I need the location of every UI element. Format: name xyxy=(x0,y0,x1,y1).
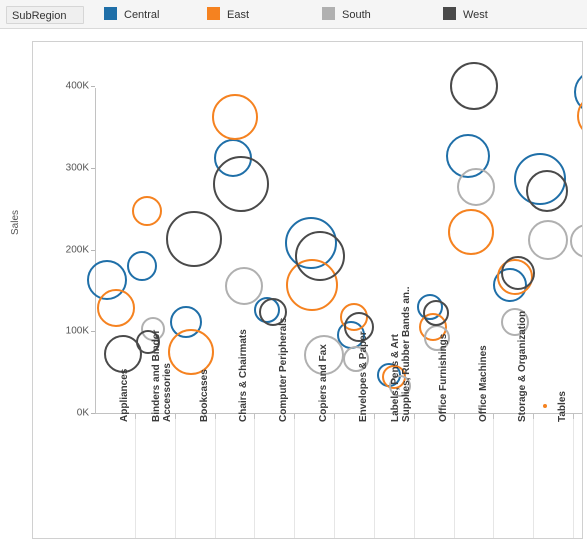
legend-swatch-south xyxy=(322,7,335,20)
x-axis-tick-label-line: Copiers and Fax xyxy=(318,344,329,422)
data-point-bubble[interactable] xyxy=(212,94,259,141)
x-axis-tick-label-line: Appliances xyxy=(119,368,130,422)
x-axis-tick-label-line: Chairs & Chairmats xyxy=(238,329,249,422)
x-axis-tick-label-line: Tables xyxy=(557,391,568,422)
data-point-bubble[interactable] xyxy=(126,251,157,281)
x-axis-tick-label: Office Machines xyxy=(478,345,489,422)
x-axis-tick-label: Tables xyxy=(557,391,568,422)
x-axis-separator xyxy=(533,419,534,538)
y-axis-tick-mark xyxy=(91,249,95,251)
y-axis-tick-mark xyxy=(91,331,95,333)
y-axis-tick-label: 100K xyxy=(65,325,89,337)
x-axis-tick-label: Appliances xyxy=(119,369,130,422)
legend-title[interactable]: SubRegion xyxy=(6,6,84,24)
y-axis-tick-label: 400K xyxy=(65,80,89,92)
data-point-bubble[interactable] xyxy=(528,219,569,260)
x-axis-tick-label: Computer Peripherals xyxy=(278,318,289,422)
x-axis-tick-label-line: Office Machines xyxy=(478,345,489,422)
x-axis-separator xyxy=(493,419,494,538)
y-axis-tick-mark xyxy=(91,168,95,169)
x-axis-tick-label-line: Labels, Pens & Art xyxy=(390,334,401,422)
data-point-bubble[interactable] xyxy=(422,299,449,326)
legend-swatch-west xyxy=(443,7,456,20)
x-axis-tick-label-line: Storage & Organization xyxy=(517,310,528,422)
data-point-bubble[interactable] xyxy=(295,231,346,282)
x-axis-tick-label-line: Office Furnishings xyxy=(438,333,449,422)
x-axis-tick-label-line: Supplies, Rubber Bands an.. xyxy=(401,286,412,422)
data-point-bubble[interactable] xyxy=(131,196,162,227)
x-axis-tick-label-line: Accessories xyxy=(162,363,173,422)
x-axis-tick-label: Office Furnishings xyxy=(438,334,449,422)
x-axis-separator xyxy=(414,419,415,538)
y-axis-tick-label: 200K xyxy=(65,244,89,256)
legend-label-central: Central xyxy=(124,9,160,21)
x-axis-separator xyxy=(215,419,216,538)
data-point-bubble[interactable] xyxy=(501,255,536,290)
x-axis-tick-label-line: Bookcases xyxy=(199,369,210,422)
legend-item-east[interactable]: East xyxy=(207,7,249,23)
x-axis-tick-label: Bookcases xyxy=(199,369,210,422)
legend-item-central[interactable]: Central xyxy=(104,7,159,23)
data-point-bubble[interactable] xyxy=(165,211,222,268)
x-axis-tick-label: Labels, Pens & Art Supplies, Rubber Bands… xyxy=(390,286,412,422)
x-axis-separator xyxy=(175,419,176,538)
x-axis-separator xyxy=(454,419,455,538)
data-point-bubble[interactable] xyxy=(526,169,569,212)
x-axis-tick-label: Copiers and Fax xyxy=(318,344,329,422)
data-point-bubble[interactable] xyxy=(96,289,135,328)
x-axis-tick-label: Binders and Binder Accessories xyxy=(151,330,173,422)
legend-item-west[interactable]: West xyxy=(443,7,488,23)
y-axis-tick-label: 300K xyxy=(65,162,89,174)
data-point-bubble[interactable] xyxy=(213,155,270,212)
x-axis-tick-label-line: Binders and Binder xyxy=(151,329,162,422)
x-axis-separator xyxy=(573,419,574,538)
y-axis-tick-label: 0K xyxy=(76,407,89,419)
y-axis-line xyxy=(95,88,96,413)
x-axis-tick-label: Envelopes & Paper xyxy=(358,331,369,422)
x-axis-tick-label: Chairs & Chairmats xyxy=(238,329,249,422)
x-axis-tick-label: Storage & Organization xyxy=(517,311,528,422)
legend-label-east: East xyxy=(227,9,250,21)
data-point-bubble[interactable] xyxy=(456,167,495,206)
x-axis-tick-label-line: Computer Peripherals xyxy=(278,317,289,422)
x-axis-separator xyxy=(254,419,255,538)
x-axis-separator xyxy=(294,419,295,538)
data-point-bubble[interactable] xyxy=(167,328,214,375)
data-point-bubble[interactable] xyxy=(543,403,548,408)
data-point-bubble[interactable] xyxy=(447,208,494,255)
y-axis-tick-mark xyxy=(91,86,95,88)
y-axis-tick-mark xyxy=(91,413,95,414)
legend-bar: SubRegion Central East South West xyxy=(0,0,587,29)
x-axis-separator xyxy=(334,419,335,538)
legend-swatch-east xyxy=(207,7,220,20)
data-point-bubble[interactable] xyxy=(570,223,582,258)
legend-label-south: South xyxy=(342,9,371,21)
chart-canvas: 0K 100K 200K 300K 400K Appliances Binders and… xyxy=(33,42,582,538)
chart-plot-area: 0K 100K 200K 300K 400K Appliances Binders and… xyxy=(32,41,583,539)
y-axis-title: Sales xyxy=(10,209,21,235)
x-axis-separator xyxy=(135,419,136,538)
data-point-bubble[interactable] xyxy=(449,62,498,111)
x-axis-separator xyxy=(374,419,375,538)
legend-swatch-central xyxy=(104,7,117,20)
legend-label-west: West xyxy=(463,9,488,21)
x-axis-tick-label-line: Envelopes & Paper xyxy=(358,331,369,422)
legend-item-south[interactable]: South xyxy=(322,7,371,23)
